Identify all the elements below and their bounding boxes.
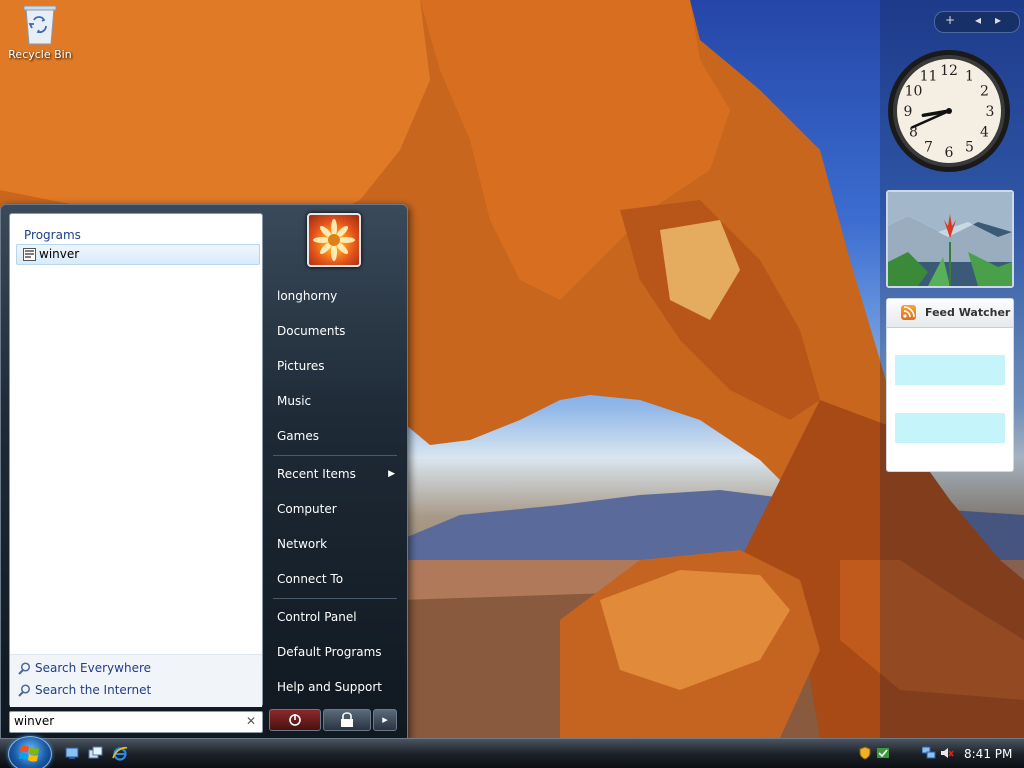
menu-separator [273,455,397,456]
flower-icon [313,219,355,261]
feed-watcher-header: Feed Watcher [887,299,1013,328]
next-gadget-page-button[interactable]: ▸ [995,13,1001,27]
feed-watcher-title: Feed Watcher [925,306,1011,319]
start-item-default-programs[interactable]: Default Programs [273,639,401,665]
search-internet-label: Search the Internet [35,683,152,697]
system-tray: 8:41 PM [850,743,1020,765]
start-item-computer[interactable]: Computer [273,496,401,522]
windows-update-icon[interactable] [876,746,890,760]
clock-gadget[interactable]: 12 1 2 3 4 5 6 7 8 9 10 11 [886,48,1012,174]
power-button[interactable] [269,709,321,731]
clock-numeral: 2 [980,84,989,100]
taskbar: 8:41 PM [0,736,1024,768]
submenu-arrow-icon: ▶ [388,469,395,479]
internet-explorer-icon[interactable] [112,745,128,761]
recent-items-label: Recent Items [277,467,356,481]
clock-numeral: 4 [980,125,989,141]
program-icon [23,248,36,261]
windows-logo-icon [19,745,39,762]
search-icon [18,684,31,697]
programs-header: Programs [24,228,254,245]
search-internet-link[interactable]: Search the Internet [18,683,151,701]
clock-numeral: 9 [904,104,913,120]
taskbar-clock[interactable]: 8:41 PM [964,747,1012,761]
search-everywhere-label: Search Everywhere [35,661,151,675]
recycle-bin-label: Recycle Bin [8,48,72,61]
clock-numeral: 6 [945,145,954,161]
desktop-icon-recycle-bin[interactable]: Recycle Bin [6,2,74,61]
lock-icon [341,712,353,727]
shutdown-options-button[interactable]: ▸ [373,709,397,731]
clock-numeral: 1 [965,68,974,84]
clock-numeral: 7 [924,140,933,156]
previous-gadget-page-button[interactable]: ◂ [975,13,981,27]
start-item-recent-items[interactable]: Recent Items ▶ [273,461,401,487]
start-menu-results-pane: Programs winver Search Everywhere Search… [9,213,263,707]
analog-clock: 12 1234567891011 [888,50,1010,172]
start-item-network[interactable]: Network [273,531,401,557]
start-menu: Programs winver Search Everywhere Search… [0,204,408,740]
lock-button[interactable] [323,709,371,731]
feed-watcher-gadget[interactable]: Feed Watcher [886,298,1014,472]
clock-numeral: 11 [920,68,938,84]
program-result-winver[interactable]: winver [16,244,260,265]
feed-item-highlight[interactable] [895,413,1005,443]
rss-feed-icon [901,305,916,320]
start-item-user-folder[interactable]: longhorny [273,283,401,309]
clock-numeral: 10 [905,84,923,100]
start-item-control-panel[interactable]: Control Panel [273,604,401,630]
start-search-input[interactable] [14,714,236,728]
search-icon [18,662,31,675]
search-links-area: Search Everywhere Search the Internet [10,654,262,707]
start-item-help-and-support[interactable]: Help and Support [273,674,401,700]
arrow-right-icon: ▸ [382,713,388,726]
slideshow-gadget[interactable] [886,190,1014,288]
start-item-games[interactable]: Games [273,423,401,449]
search-everywhere-link[interactable]: Search Everywhere [18,661,151,679]
recycle-bin-icon [22,2,58,46]
program-result-label: winver [39,247,80,261]
start-button[interactable] [8,736,52,768]
volume-muted-icon[interactable] [940,746,954,760]
clear-search-icon[interactable]: ✕ [246,714,256,728]
slideshow-image [888,192,1012,286]
power-icon [289,714,301,726]
show-desktop-icon[interactable] [64,745,80,761]
start-item-documents[interactable]: Documents [273,318,401,344]
start-item-music[interactable]: Music [273,388,401,414]
sidebar-controls: + ◂ ▸ [934,11,1020,33]
add-gadget-button[interactable]: + [945,13,955,27]
feed-item-highlight[interactable] [895,355,1005,385]
switch-windows-icon[interactable] [88,745,104,761]
user-picture[interactable] [307,213,361,267]
network-icon[interactable] [921,746,936,760]
start-item-connect-to[interactable]: Connect To [273,566,401,592]
clock-numeral: 5 [965,140,974,156]
clock-numeral: 12 [940,63,958,79]
power-button-group: ▸ [269,709,397,731]
start-item-pictures[interactable]: Pictures [273,353,401,379]
security-shield-icon[interactable] [858,746,872,760]
start-search-box: ✕ [9,711,263,733]
clock-numeral: 3 [986,104,995,120]
menu-separator [273,598,397,599]
